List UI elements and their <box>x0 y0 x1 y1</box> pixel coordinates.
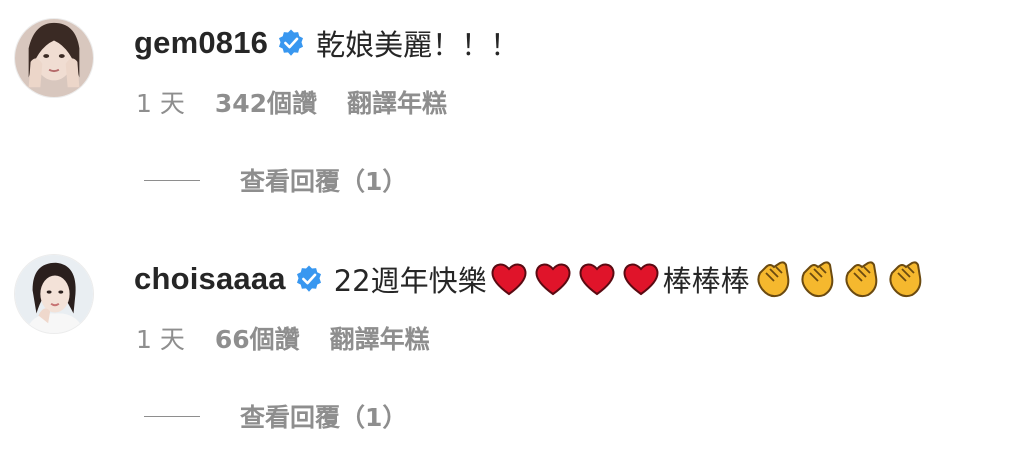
red-heart-icon <box>489 259 529 299</box>
comment-text-part1: 22週年快樂 <box>333 264 487 298</box>
avatar[interactable] <box>14 18 94 98</box>
like-count-button[interactable]: 66個讚 <box>215 320 300 356</box>
comment-item: choisaaaa 22週年快樂 棒棒棒 1 天 66個讚 翻譯年糕 查看回覆（… <box>0 236 1024 456</box>
divider-dash <box>144 415 200 417</box>
clapping-hands-icon <box>796 259 836 299</box>
view-replies-label: 查看回覆（1） <box>240 403 408 432</box>
comment-time: 1 天 <box>136 89 185 118</box>
verified-badge-icon <box>294 264 324 294</box>
comment-item: gem0816 乾娘美麗！！！ 1 天 342個讚 翻譯年糕 查看回覆（1） <box>0 0 1024 220</box>
like-count-button[interactable]: 342個讚 <box>215 84 317 120</box>
red-heart-icon <box>533 259 573 299</box>
divider-dash <box>144 179 200 181</box>
translate-button[interactable]: 翻譯年糕 <box>347 84 447 120</box>
view-replies-label: 查看回覆（1） <box>240 167 408 196</box>
view-replies-button[interactable]: 查看回覆（1） <box>144 398 407 434</box>
comment-text-part2: 棒棒棒 <box>662 264 750 298</box>
view-replies-button[interactable]: 查看回覆（1） <box>144 162 407 198</box>
comment-time: 1 天 <box>136 325 185 354</box>
avatar-image <box>15 255 93 333</box>
clap-emoji-group <box>750 259 926 299</box>
heart-emoji-group <box>487 259 663 299</box>
translate-button[interactable]: 翻譯年糕 <box>330 320 430 356</box>
username-link[interactable]: choisaaaa <box>134 261 286 297</box>
clapping-hands-icon <box>884 259 924 299</box>
username-link[interactable]: gem0816 <box>134 25 268 61</box>
red-heart-icon <box>577 259 617 299</box>
red-heart-icon <box>621 259 661 299</box>
comment-text: 乾娘美麗！！！ <box>316 28 520 62</box>
clapping-hands-icon <box>752 259 792 299</box>
avatar-image <box>15 19 93 97</box>
clapping-hands-icon <box>840 259 880 299</box>
avatar[interactable] <box>14 254 94 334</box>
verified-badge-icon <box>276 28 306 58</box>
